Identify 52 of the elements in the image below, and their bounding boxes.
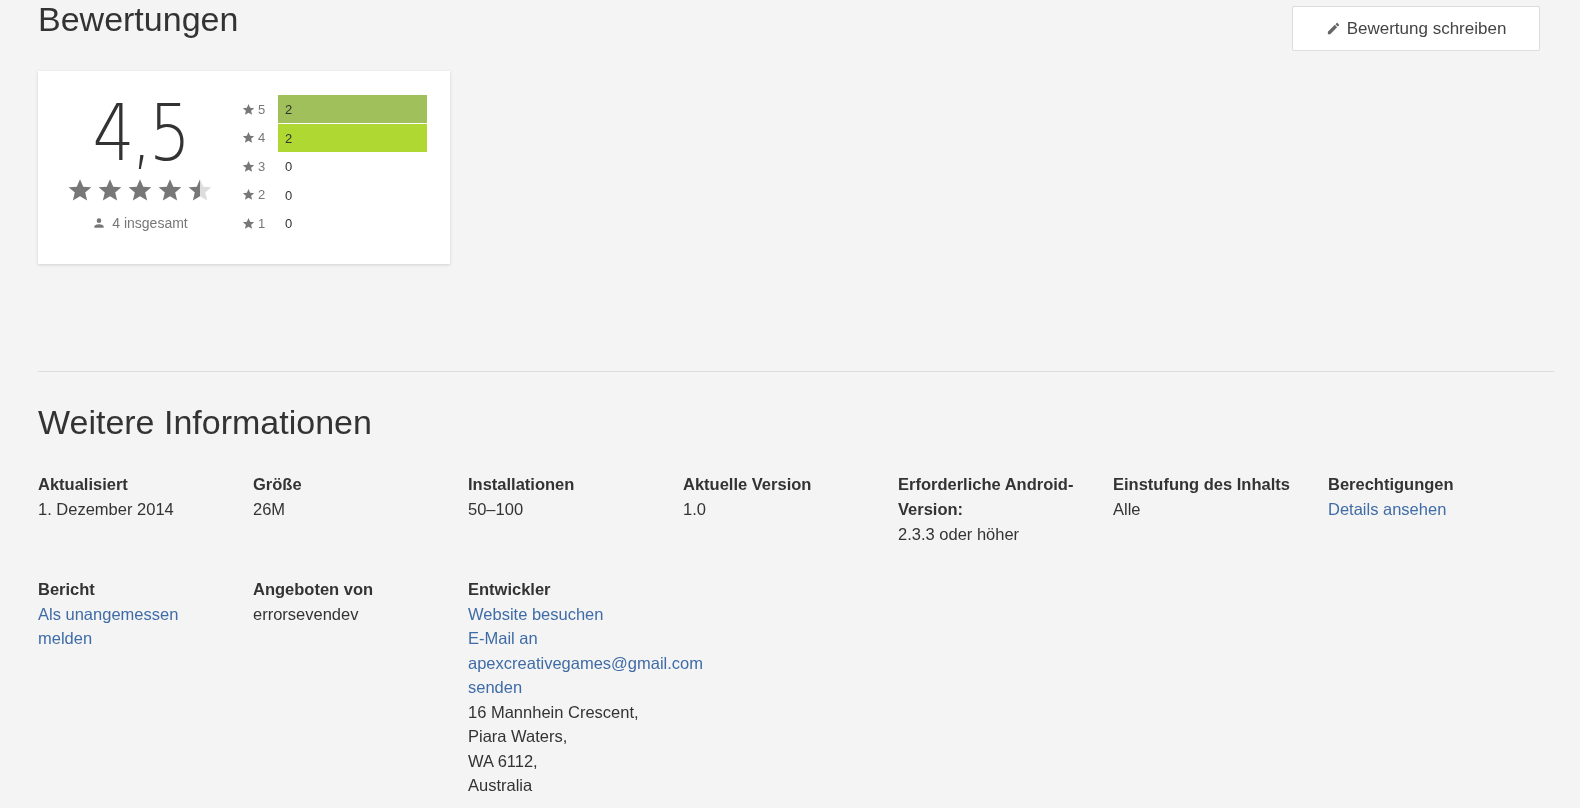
star-icon	[127, 177, 153, 203]
section-title: Weitere Informationen	[38, 402, 373, 442]
star-level-label: 1	[258, 215, 266, 231]
rating-count: 2	[285, 130, 293, 146]
info-label: Installationen	[468, 474, 576, 495]
info-label: Aktualisiert	[38, 474, 129, 495]
rating-count: 0	[285, 215, 293, 231]
info-label: Größe	[253, 474, 303, 495]
info-value: Australia	[468, 775, 534, 796]
star-icon	[157, 177, 183, 203]
star-icon	[242, 188, 255, 202]
star-level-label: 5	[258, 101, 266, 117]
info-link[interactable]: Website besuchen	[468, 601, 658, 626]
average-score: 4,5	[92, 93, 188, 173]
star-level-label: 2	[258, 187, 266, 203]
star-icon	[242, 216, 255, 230]
info-link[interactable]: E-Mail an apexcreativegames@gmail.com senden	[468, 626, 703, 700]
info-value: 1. Dezember 2014	[38, 499, 175, 520]
star-level-label: 4	[258, 130, 266, 146]
info-value: Alle	[1113, 499, 1142, 520]
star-level-label: 3	[258, 158, 266, 174]
info-link[interactable]: Als unangemessen melden	[38, 601, 228, 651]
info-label: Bericht	[38, 578, 96, 600]
star-icon	[187, 177, 213, 203]
info-label: Angeboten von	[253, 578, 375, 600]
info-value: 2.3.3 oder höher	[898, 524, 1021, 545]
info-value: Piara Waters,	[468, 726, 569, 747]
info-value: 1.0	[683, 499, 707, 520]
pencil-icon	[1325, 21, 1341, 36]
info-label: Berechtigungen	[1328, 474, 1455, 495]
info-link[interactable]: Details ansehen	[1328, 497, 1518, 522]
rating-count: 0	[285, 187, 293, 203]
info-label: Erforderliche Android-Version:	[898, 474, 1075, 520]
star-icon	[67, 177, 93, 203]
star-icon	[242, 131, 255, 145]
star-icon	[97, 177, 123, 203]
info-value: errorsevendev	[253, 603, 360, 625]
info-value: 16 Mannhein Crescent,	[468, 701, 640, 723]
info-label: Einstufung des Inhalts	[1113, 474, 1291, 495]
info-label: Entwickler	[468, 578, 552, 600]
star-icon	[242, 159, 255, 173]
write-review-button[interactable]: Bewertung schreiben	[1292, 6, 1540, 51]
star-icon	[242, 102, 255, 116]
rating-count: 2	[285, 101, 293, 117]
section-title: Bewertungen	[38, 0, 239, 38]
info-value: 26M	[253, 499, 287, 520]
info-value: 50–100	[468, 499, 525, 520]
rating-count: 0	[285, 158, 293, 174]
info-label: Aktuelle Version	[683, 474, 813, 495]
rating-total: 4 insgesamt	[112, 215, 188, 231]
info-value: WA 6112,	[468, 750, 539, 772]
person-icon	[92, 216, 107, 230]
